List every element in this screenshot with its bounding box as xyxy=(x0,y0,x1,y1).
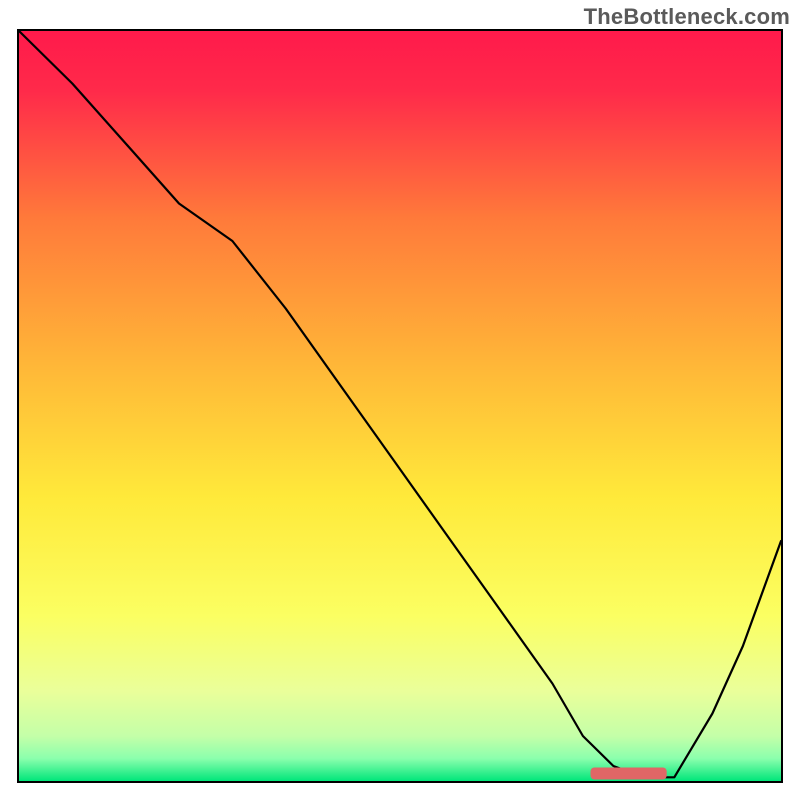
plot-frame xyxy=(17,29,783,783)
chart-container: TheBottleneck.com xyxy=(0,0,800,800)
watermark-text: TheBottleneck.com xyxy=(584,4,790,30)
chart-svg xyxy=(19,31,781,781)
optimal-range-marker xyxy=(591,768,667,780)
gradient-background xyxy=(19,31,781,781)
